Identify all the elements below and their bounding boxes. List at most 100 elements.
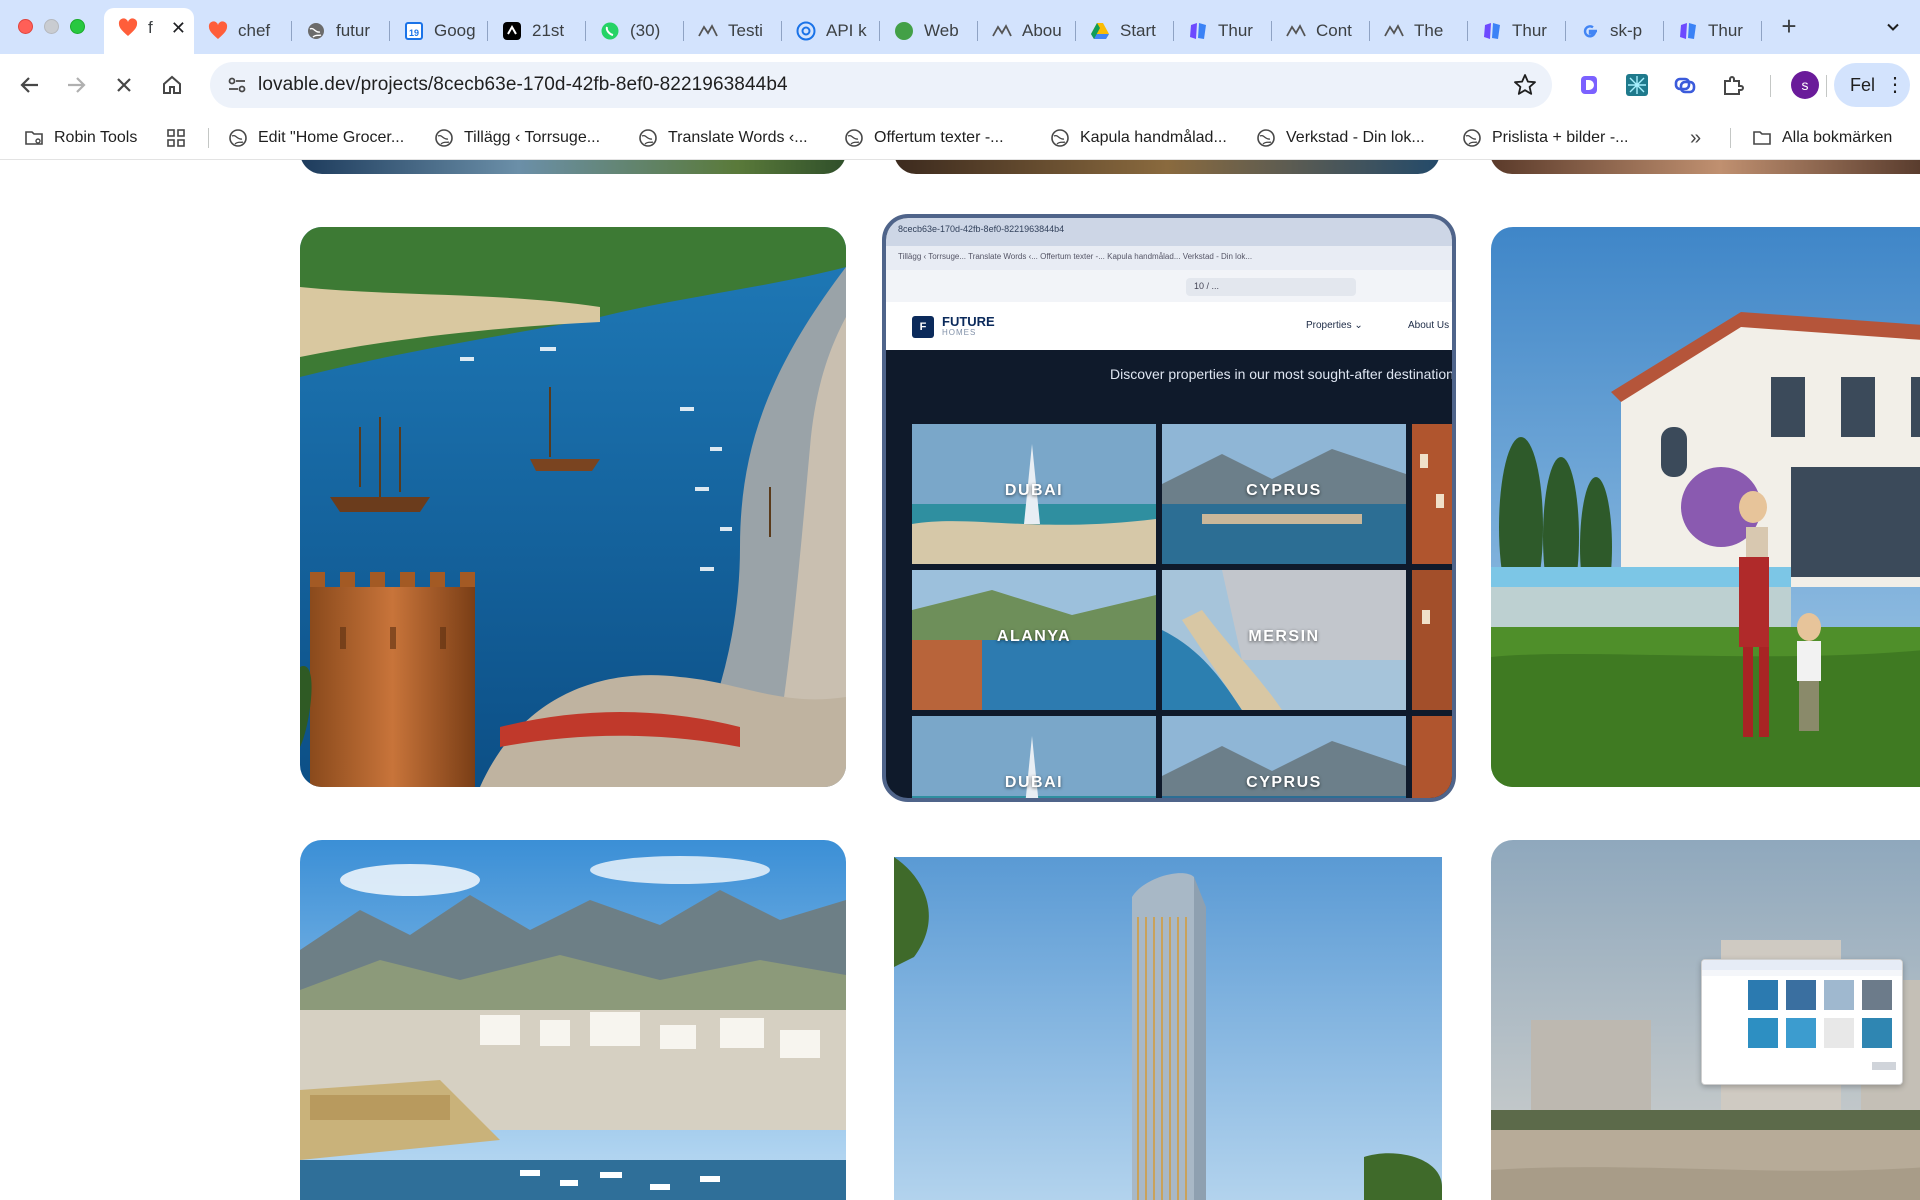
- extension-pattern-button[interactable]: [1622, 70, 1652, 100]
- lovable-heart-icon: [118, 18, 138, 38]
- extension-d-button[interactable]: [1574, 70, 1604, 100]
- screen-thumbnail[interactable]: [1701, 959, 1903, 1085]
- inner-city-card: CYPRUS: [1162, 424, 1406, 564]
- url-text[interactable]: lovable.dev/projects/8cecb63e-170d-42fb-…: [258, 74, 788, 96]
- browser-tab[interactable]: Cont: [1272, 12, 1370, 50]
- gallery-image-tower[interactable]: [894, 857, 1442, 1200]
- window-minimize-button[interactable]: [44, 19, 59, 34]
- forward-button[interactable]: [58, 67, 94, 103]
- bookmark-label: Verkstad - Din lok...: [1286, 129, 1425, 146]
- window-close-button[interactable]: [18, 19, 33, 34]
- inner-city-card: CYPRUS: [1162, 716, 1406, 798]
- browser-tab[interactable]: chef: [194, 12, 292, 50]
- browser-tab[interactable]: 21st: [488, 12, 586, 50]
- browser-tab[interactable]: Thur: [1468, 12, 1566, 50]
- site-settings-icon[interactable]: [226, 74, 248, 96]
- bookmark-item[interactable]: Tillägg ‹ Torrsuge...: [434, 126, 600, 150]
- bookmark-star-icon[interactable]: [1512, 72, 1538, 98]
- back-button[interactable]: [12, 67, 48, 103]
- inner-city-card: DUBAI: [912, 716, 1156, 798]
- d-extension-icon: [1581, 76, 1597, 94]
- gallery-image-website-screenshot[interactable]: 8cecb63e-170d-42fb-8ef0-8221963844b4 Til…: [882, 214, 1456, 802]
- folder-icon: [1753, 131, 1771, 145]
- browser-tab[interactable]: API k: [782, 12, 880, 50]
- bookmark-item[interactable]: Edit "Home Grocer...: [228, 126, 404, 150]
- gallery-image-top-right[interactable]: [1490, 160, 1920, 174]
- arrow-left-icon: [20, 77, 38, 93]
- bookmark-folder-robin-tools[interactable]: Robin Tools: [24, 126, 137, 150]
- inner-city-card: DUBAI: [912, 424, 1156, 564]
- browser-tab[interactable]: Web: [880, 12, 978, 50]
- all-bookmarks-label: Alla bokmärken: [1782, 129, 1893, 146]
- bookmark-label: Robin Tools: [54, 129, 138, 146]
- globe-icon: [845, 129, 863, 147]
- globe-icon: [306, 21, 326, 41]
- globe-icon: [435, 129, 453, 147]
- browser-toolbar: lovable.dev/projects/8cecb63e-170d-42fb-…: [0, 54, 1920, 116]
- browser-tab[interactable]: Thur: [1664, 12, 1762, 50]
- bookmark-item[interactable]: Prislista + bilder -...: [1462, 126, 1628, 150]
- apps-grid-icon: [167, 129, 185, 147]
- inner-city-card: [1412, 424, 1452, 564]
- svg-text:19: 19: [409, 28, 419, 38]
- gallery-image-kyrenia[interactable]: [300, 840, 846, 1200]
- tab-title: The: [1414, 21, 1444, 40]
- browser-tab[interactable]: The: [1370, 12, 1468, 50]
- extension-link-button[interactable]: [1670, 70, 1700, 100]
- new-tab-button[interactable]: +: [1774, 12, 1804, 42]
- bookmark-apps[interactable]: [166, 126, 196, 150]
- close-tab-icon[interactable]: ✕: [171, 18, 186, 39]
- make-icon: [1482, 21, 1502, 41]
- address-bar[interactable]: lovable.dev/projects/8cecb63e-170d-42fb-…: [210, 62, 1552, 108]
- tab-title: sk-p: [1610, 21, 1643, 40]
- gallery-image-alanya-harbour[interactable]: [300, 227, 846, 787]
- green-dot-icon: [894, 21, 914, 41]
- browser-tab[interactable]: 19 Goog: [390, 12, 488, 50]
- tab-title: Cont: [1316, 21, 1352, 40]
- tab-title: (30): [630, 21, 661, 40]
- globe-icon: [1463, 129, 1481, 147]
- extensions-button[interactable]: [1718, 70, 1748, 100]
- browser-tab[interactable]: sk-p: [1566, 12, 1664, 50]
- bookmark-item[interactable]: Kapula handmålad...: [1050, 126, 1227, 150]
- browser-tab[interactable]: Testi: [684, 12, 782, 50]
- gallery-image-top-middle[interactable]: [894, 160, 1440, 174]
- browser-tab[interactable]: Abou: [978, 12, 1076, 50]
- all-bookmarks-button[interactable]: Alla bokmärken: [1752, 126, 1892, 150]
- bookmark-label: Translate Words ‹...: [668, 129, 808, 146]
- tab-title: futur: [336, 21, 371, 40]
- stop-loading-button[interactable]: [106, 67, 142, 103]
- window-zoom-button[interactable]: [70, 19, 85, 34]
- tab-title: Abou: [1022, 21, 1062, 40]
- whatsapp-icon: [600, 21, 620, 41]
- tab-title: API k: [826, 21, 867, 40]
- tab-title: Start: [1120, 21, 1156, 40]
- browser-tab[interactable]: (30): [586, 12, 684, 50]
- puzzle-icon: [1724, 76, 1744, 95]
- tab-title: Web: [924, 21, 959, 40]
- profile-error-chip[interactable]: Fel ⋮: [1834, 63, 1910, 107]
- browser-tab[interactable]: Start: [1076, 12, 1174, 50]
- menu-icon[interactable]: ⋮: [1885, 75, 1905, 95]
- home-button[interactable]: [154, 67, 190, 103]
- bookmark-item[interactable]: Verkstad - Din lok...: [1256, 126, 1425, 150]
- profile-avatar[interactable]: s: [1791, 71, 1819, 99]
- inner-city-card: ALANYA: [912, 570, 1156, 710]
- globe-icon: [229, 129, 247, 147]
- bookmark-item[interactable]: Translate Words ‹...: [638, 126, 808, 150]
- wave-icon: [698, 21, 718, 41]
- bookmark-item[interactable]: Offertum texter -...: [844, 126, 1004, 150]
- tab-search-button[interactable]: [1878, 12, 1908, 42]
- bookmarks-overflow-button[interactable]: »: [1690, 126, 1701, 150]
- gallery-image-top-left[interactable]: [300, 160, 846, 174]
- browser-tab[interactable]: Thur: [1174, 12, 1272, 50]
- tab-strip: f ✕ chef futur 19 Goog 21st (30) Testi API k Web Ab…: [0, 0, 1920, 54]
- make-icon: [1188, 21, 1208, 41]
- tab-title: Thur: [1708, 21, 1743, 40]
- inner-nav-properties: Properties ⌄: [1306, 320, 1363, 331]
- gallery-image-villa-family[interactable]: [1491, 227, 1920, 787]
- inner-city-card: [1412, 570, 1452, 710]
- browser-tab[interactable]: f ✕: [104, 8, 194, 54]
- browser-tab[interactable]: futur: [292, 12, 390, 50]
- bookmark-label: Tillägg ‹ Torrsuge...: [464, 129, 601, 146]
